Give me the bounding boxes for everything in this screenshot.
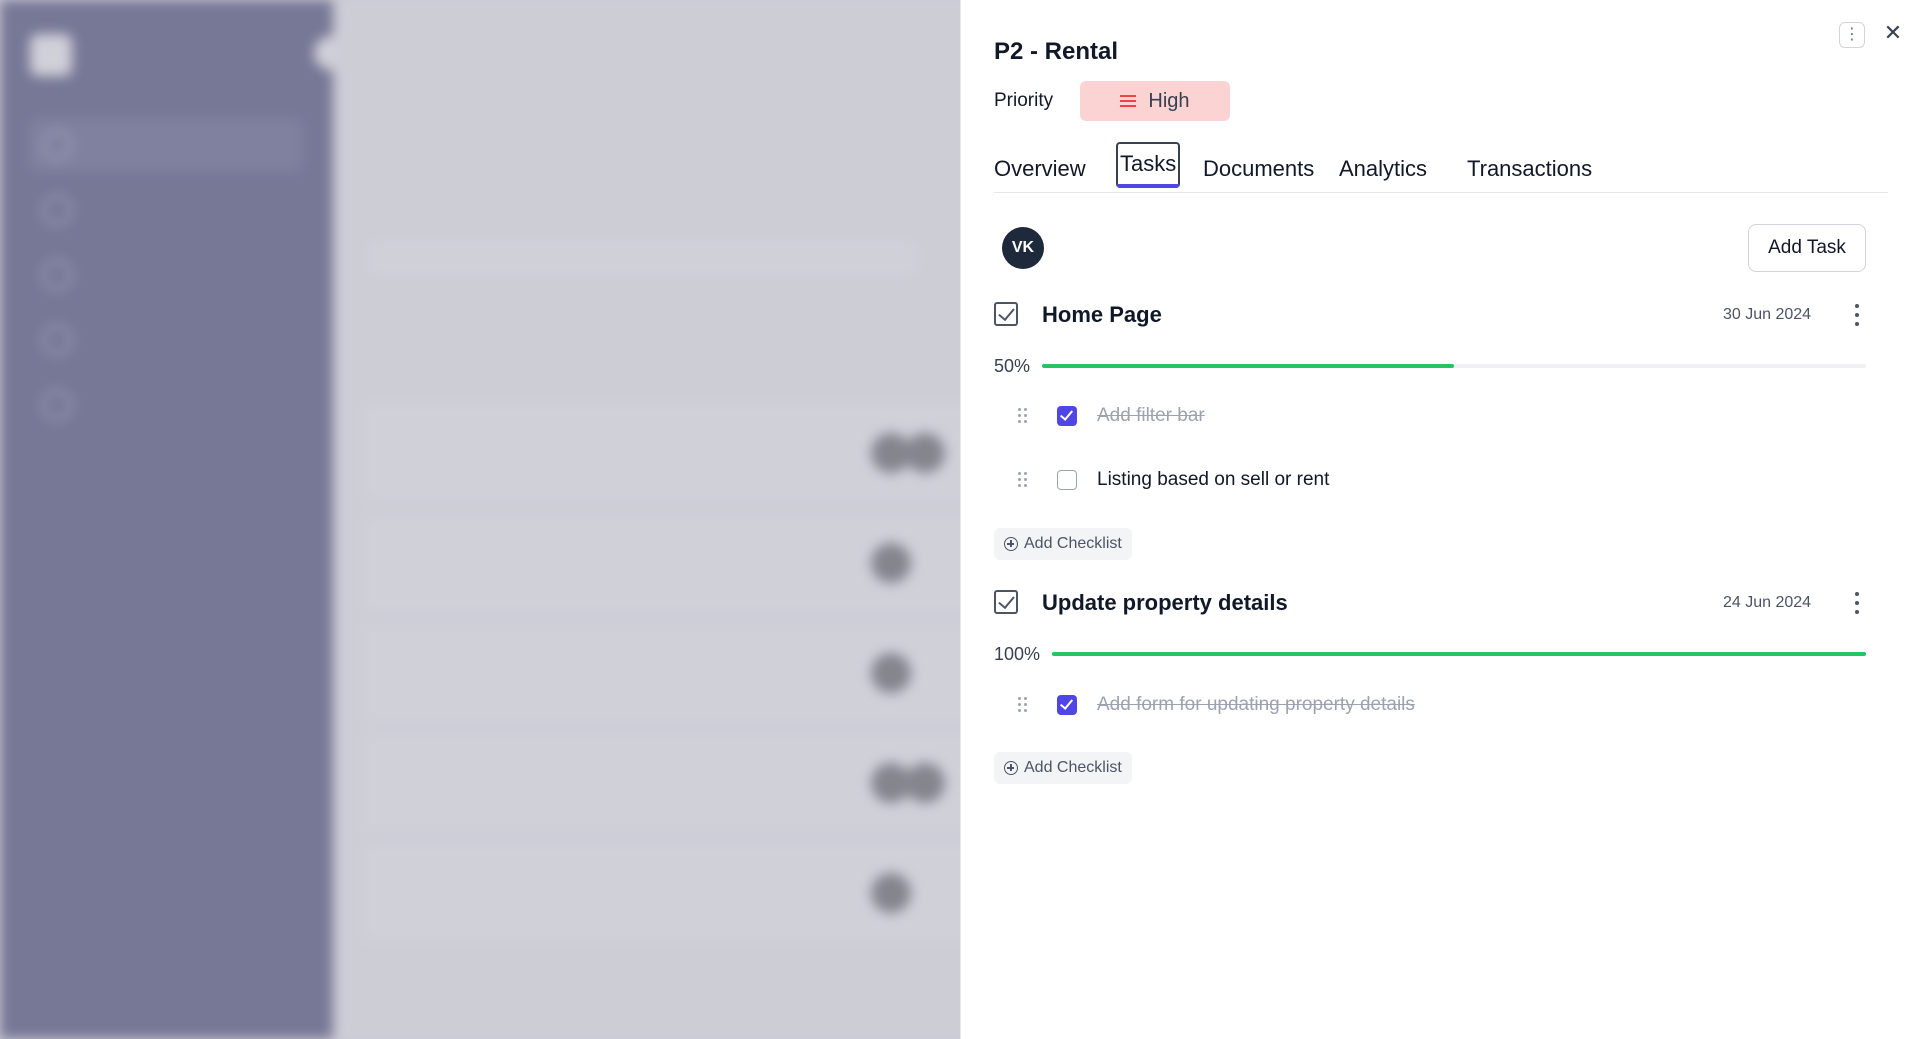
task-menu-icon[interactable] [1852,304,1862,326]
close-icon[interactable]: ✕ [1880,20,1906,46]
task-progress-fill [1052,652,1866,656]
add-checklist-label: Add Checklist [1024,535,1122,552]
avatar[interactable]: VK [1002,227,1044,269]
task-due-date: 24 Jun 2024 [1723,594,1812,611]
add-checklist-button[interactable]: Add Checklist [994,752,1132,784]
tab-tasks[interactable]: Tasks [1116,142,1181,188]
add-checklist-label: Add Checklist [1024,759,1122,776]
checklist-checkbox[interactable] [1057,695,1077,715]
more-options-icon[interactable]: ⋮ [1839,22,1865,48]
checklist-item: Listing based on sell or rent [1097,469,1330,490]
drag-handle-icon[interactable] [1018,697,1028,713]
task-menu-icon[interactable] [1852,592,1862,614]
task-progress-label: 100% [994,644,1041,664]
drag-handle-icon[interactable] [1018,408,1028,424]
task-progress-fill [1042,364,1454,368]
checklist-checkbox[interactable] [1057,470,1077,490]
tab-overview[interactable]: Overview [994,156,1086,182]
add-task-button[interactable]: Add Task [1748,224,1866,272]
task-progress-bar [1052,652,1866,656]
task-due-date: 30 Jun 2024 [1723,306,1812,323]
tab-transactions[interactable]: Transactions [1467,156,1592,182]
drag-handle-icon[interactable] [1018,472,1028,488]
drawer-tabs: Overview Tasks Documents Analytics Trans… [994,140,1888,193]
priority-label: Priority [994,90,1054,111]
task-checkbox-icon[interactable] [994,590,1018,614]
task-progress-label: 50% [994,356,1031,376]
tab-analytics[interactable]: Analytics [1339,156,1427,182]
checklist-item: Add form for updating property details [1097,694,1415,715]
plus-circle-icon [1004,761,1018,775]
priority-badge[interactable]: High [1080,81,1230,121]
priority-value: High [1148,89,1190,112]
plus-circle-icon [1004,537,1018,551]
priority-icon [1120,94,1137,108]
task-progress-bar [1042,364,1866,368]
task-title: Update property details [1042,590,1288,615]
task-checkbox-icon[interactable] [994,302,1018,326]
task-title: Home Page [1042,302,1162,327]
checklist-item: Add filter bar [1097,405,1205,426]
project-drawer: P2 - Rental ⋮ ✕ Priority High Overview T… [960,0,1920,1039]
add-checklist-button[interactable]: Add Checklist [994,528,1132,560]
checklist-checkbox[interactable] [1057,406,1077,426]
drawer-title: P2 - Rental [994,38,1119,65]
tab-documents[interactable]: Documents [1203,156,1314,182]
